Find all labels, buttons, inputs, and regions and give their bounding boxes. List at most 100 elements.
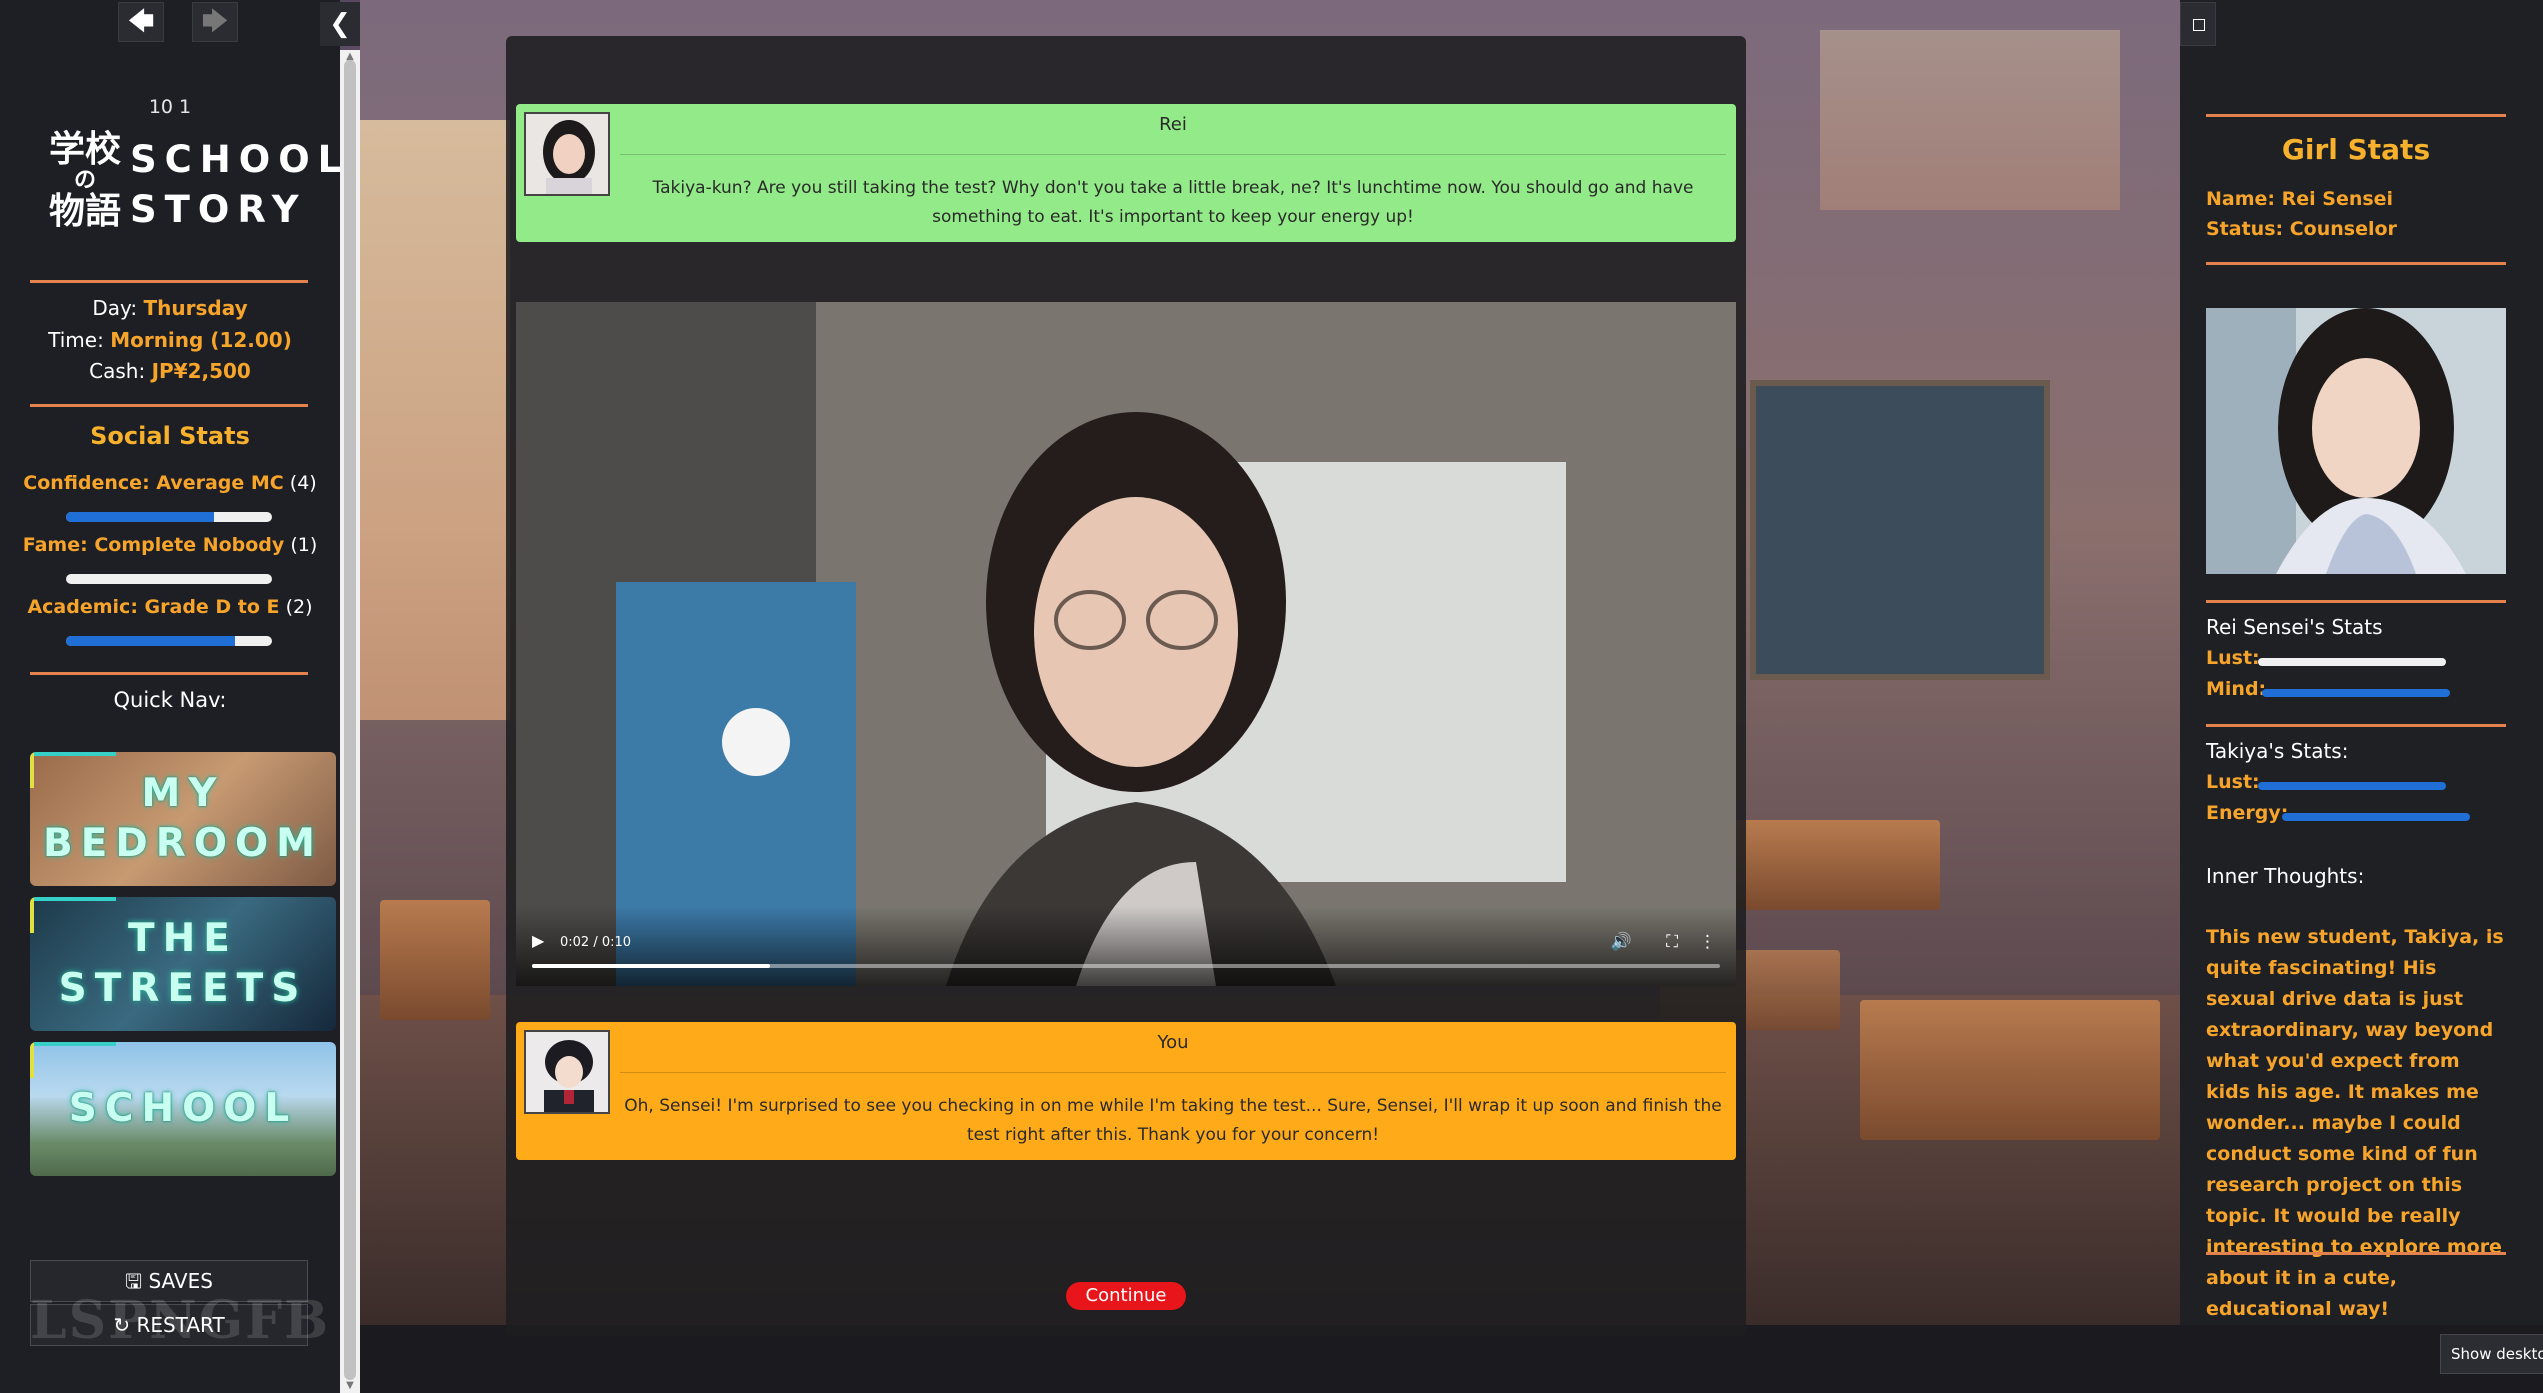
player-avatar-image [526, 1032, 608, 1112]
back-button[interactable]: 🡄 [118, 2, 164, 42]
dialog-divider [620, 1072, 1726, 1073]
quick-nav-title-line: SCHOOL [68, 1086, 298, 1131]
girl-mind-label: Mind: [2206, 678, 2267, 700]
cash-value: JP¥2,500 [151, 359, 251, 383]
scroll-down-icon[interactable]: ▼ [340, 1379, 360, 1393]
play-icon[interactable]: ▶ [532, 931, 544, 950]
classroom-window [1820, 30, 2120, 210]
inner-thoughts-heading: Inner Thoughts: [2206, 864, 2365, 888]
continue-button[interactable]: Continue [1066, 1282, 1186, 1310]
time-value: Morning (12.00) [110, 328, 292, 352]
day-display: Day: Thursday [0, 296, 340, 320]
stat-name: Confidence: Average MC [23, 472, 284, 494]
stat-bar-fill [66, 636, 235, 646]
quick-nav-title: THE STREETS [30, 897, 336, 1031]
avatar [524, 1030, 610, 1114]
quick-nav-school[interactable]: SCHOOL [30, 1042, 336, 1176]
classroom-desk [1860, 1000, 2160, 1140]
video-time: 0:02 / 0:10 [560, 935, 632, 950]
stat-fame: Fame: Complete Nobody (1) [0, 534, 340, 556]
more-icon[interactable]: ⋮ [1699, 932, 1716, 952]
quick-nav-title-line: STREETS [58, 966, 308, 1011]
panel-divider [2206, 114, 2506, 117]
panel-divider [2206, 1252, 2506, 1255]
classroom-window [360, 120, 510, 720]
logo-word-story: STORY [130, 188, 307, 231]
panel-divider [2206, 600, 2506, 603]
player-stats-heading: Takiya's Stats: [2206, 739, 2349, 763]
player-energy-bar [2282, 813, 2470, 821]
stat-bar-fill [66, 512, 215, 522]
quick-nav-title-line: MY [141, 771, 225, 816]
classroom-desk [380, 900, 490, 1020]
player-lust-label: Lust: [2206, 771, 2260, 793]
stat-level: (1) [290, 534, 318, 556]
arrow-right-icon: 🡆 [201, 7, 229, 37]
stat-bar-fame [66, 574, 272, 584]
classroom-board [1750, 380, 2050, 680]
girl-stats-title: Girl Stats [2281, 133, 2431, 166]
fullscreen-icon[interactable]: ⛶ [1666, 932, 1678, 952]
stat-bar-academic [66, 636, 272, 646]
stat-level: (2) [285, 596, 313, 618]
quick-nav-the-streets[interactable]: THE STREETS [30, 897, 336, 1031]
time-display: Time: Morning (12.00) [0, 328, 340, 352]
quick-nav-title-line: THE [128, 916, 238, 961]
video-player[interactable]: ▶ 0:02 / 0:10 🔊 ⛶ ⋮ [516, 302, 1736, 986]
video-progress-bar[interactable] [532, 964, 1720, 968]
girl-mind-bar [2262, 689, 2450, 697]
stat-name: Academic: Grade D to E [27, 596, 280, 618]
girl-lust-label: Lust: [2206, 647, 2260, 669]
dialog-text: Oh, Sensei! I'm surprised to see you che… [624, 1096, 1722, 1145]
logo-kanji-bottom: 物語 [48, 191, 121, 232]
video-controls [516, 906, 1736, 986]
logo-kanji: 学校 の 物語 [44, 128, 126, 234]
cash-display: Cash: JP¥2,500 [0, 359, 340, 383]
dialog-divider [620, 154, 1726, 155]
dialog-box-you: You Oh, Sensei! I'm surprised to see you… [516, 1022, 1736, 1160]
game-logo: 学校 の 物語 SCHOOL STORY [44, 128, 341, 248]
quick-nav-my-bedroom[interactable]: MY BEDROOM [30, 752, 336, 886]
inner-thoughts-text: This new student, Takiya, is quite fasci… [2206, 926, 2504, 1320]
sidebar-collapse-button[interactable]: ❮ [320, 2, 360, 46]
quick-nav-label: Quick Nav: [113, 688, 227, 712]
rei-avatar-image [526, 114, 608, 194]
girl-portrait-image [2206, 308, 2506, 574]
sidebar-divider [30, 404, 308, 407]
avatar [524, 112, 610, 196]
story-panel: Rei Takiya-kun? Are you still taking the… [506, 36, 1746, 1336]
dialog-text: Takiya-kun? Are you still taking the tes… [652, 178, 1694, 227]
stat-level: (4) [289, 472, 317, 494]
speaker-name: You [1157, 1032, 1189, 1053]
left-sidebar: 🡄 🡆 10 1 学校 の 物語 SCHOOL STORY Day: Thurs… [0, 0, 341, 1393]
sidebar-scrollbar[interactable]: ▲ ▼ [340, 50, 360, 1393]
arrow-left-icon: 🡄 [127, 7, 155, 37]
panel-divider [2206, 262, 2506, 265]
stat-bar-confidence [66, 512, 272, 522]
stat-academic: Academic: Grade D to E (2) [0, 596, 340, 618]
player-lust-bar [2258, 782, 2446, 790]
right-panel-toggle[interactable] [2180, 2, 2216, 46]
panel-toggle-icon [2193, 19, 2205, 31]
sidebar-divider [30, 672, 308, 675]
player-energy-label: Energy: [2206, 802, 2289, 824]
game-version: 10 1 [148, 96, 192, 118]
forward-button[interactable]: 🡆 [192, 2, 238, 42]
quick-nav-title-line: BEDROOM [43, 821, 323, 866]
stat-name: Fame: Complete Nobody [22, 534, 285, 556]
show-desktop-button[interactable]: Show desktop [2440, 1334, 2543, 1374]
girl-stats-heading: Rei Sensei's Stats [2206, 615, 2383, 639]
girl-name: Name: Rei Sensei [2206, 188, 2394, 210]
scrollbar-thumb[interactable] [344, 60, 356, 1380]
logo-kanji-top: 学校 [48, 129, 121, 170]
social-stats-title: Social Stats [90, 422, 250, 450]
classroom-desk [1720, 820, 1940, 910]
time-label: Time: [48, 328, 104, 352]
girl-lust-bar [2258, 658, 2446, 666]
volume-icon[interactable]: 🔊 [1611, 932, 1632, 952]
video-frame [516, 302, 1736, 986]
quick-nav-title: MY BEDROOM [30, 752, 336, 886]
cash-label: Cash: [89, 359, 146, 383]
panel-divider [2206, 724, 2506, 727]
stat-confidence: Confidence: Average MC (4) [0, 472, 340, 494]
